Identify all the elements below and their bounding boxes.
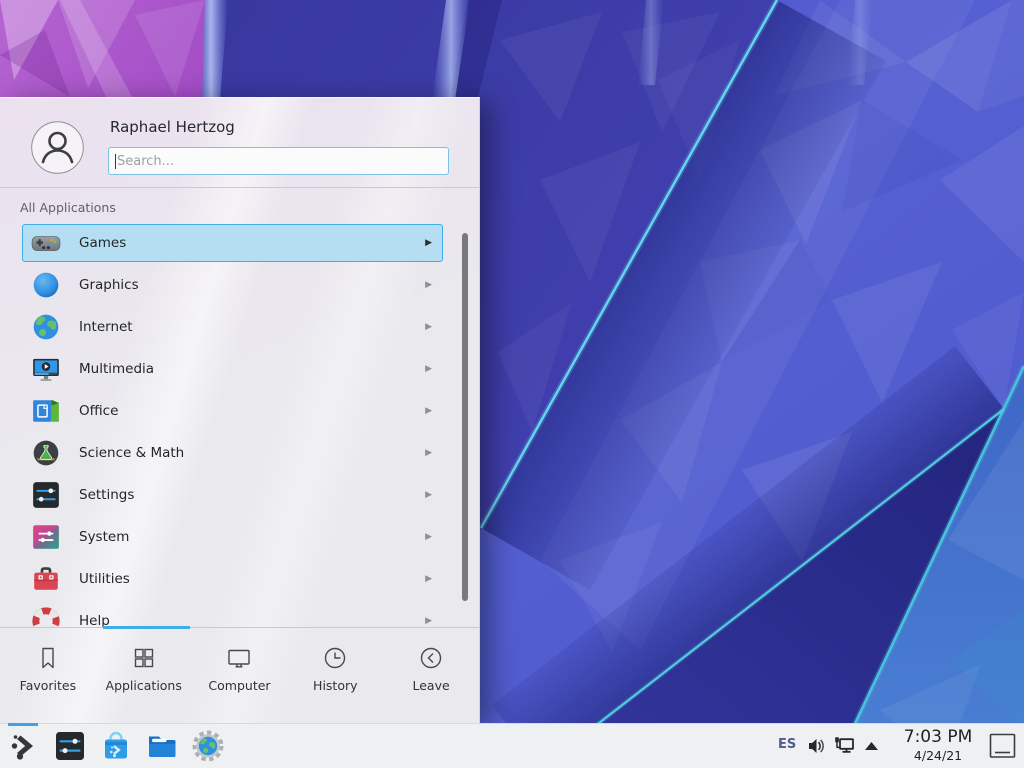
section-label: All Applications [20,200,479,215]
category-games[interactable]: Games ▶ [22,224,443,262]
active-task-indicator [8,723,38,726]
tab-label: Favorites [20,678,76,693]
computer-monitor-icon [225,644,253,672]
file-manager-button[interactable] [146,730,178,762]
application-launcher-button[interactable] [8,730,40,762]
active-tab-indicator [103,626,190,629]
taskbar-panel: ES 7:03 PM 4/24/21 [0,723,1024,768]
submenu-arrow-icon: ▶ [425,532,432,542]
internet-globe-icon [31,312,61,342]
science-flask-icon [31,438,61,468]
category-help[interactable]: Help▶ [22,602,443,628]
submenu-arrow-icon: ▶ [425,322,432,332]
folder-icon [146,730,178,762]
help-center-button[interactable] [192,730,224,762]
category-internet[interactable]: Internet ▶ [22,308,443,346]
launcher-header: Raphael Hertzog [0,98,479,188]
category-graphics[interactable]: Graphics ▶ [22,266,443,304]
application-launcher-menu: Raphael Hertzog All Applications Games▶G… [0,97,480,723]
tab-label: History [313,678,357,693]
category-multimedia[interactable]: Multimedia ▶ [22,350,443,388]
category-label: Science & Math [79,445,184,461]
desktop: Raphael Hertzog All Applications Games▶G… [0,0,1024,768]
category-settings[interactable]: Settings ▶ [22,476,443,514]
user-name: Raphael Hertzog [110,118,235,136]
tab-label: Computer [208,678,270,693]
digital-clock[interactable]: 7:03 PM 4/24/21 [892,726,984,763]
tab-label: Applications [106,678,182,693]
user-avatar[interactable] [31,121,84,174]
leave-back-icon [417,644,445,672]
gamepad-icon [31,228,61,258]
submenu-arrow-icon: ▶ [425,406,432,416]
bookmark-icon [34,644,62,672]
history-clock-icon [321,644,349,672]
utilities-toolbox-icon [31,564,61,594]
category-label: Graphics [79,277,139,293]
category-label: Internet [79,319,133,335]
submenu-arrow-icon: ▶ [425,448,432,458]
submenu-arrow-icon: ▶ [425,238,432,248]
system-settings-icon [54,730,86,762]
category-label: Settings [79,487,134,503]
submenu-arrow-icon: ▶ [425,574,432,584]
search-input[interactable] [109,148,448,174]
tab-history[interactable]: History [287,628,383,723]
discover-bag-icon [100,730,132,762]
submenu-arrow-icon: ▶ [425,616,432,626]
category-label: Utilities [79,571,130,587]
show-desktop-button[interactable] [989,732,1016,760]
clock-time: 7:03 PM [892,726,984,748]
system-settings-button[interactable] [54,730,86,762]
tab-applications[interactable]: Applications [96,628,192,723]
keyboard-layout-indicator[interactable]: ES [778,737,796,752]
settings-sliders-icon [31,480,61,510]
multimedia-player-icon [31,354,61,384]
submenu-arrow-icon: ▶ [425,490,432,500]
expand-tray-icon[interactable] [864,741,879,751]
globe-gear-icon [192,730,224,762]
category-science-math[interactable]: Science & Math ▶ [22,434,443,472]
discover-button[interactable] [100,730,132,762]
submenu-arrow-icon: ▶ [425,364,432,374]
category-list-area: All Applications Games▶Graphics▶Internet… [0,189,479,628]
category-label: Multimedia [79,361,154,377]
category-label: Games [79,235,126,251]
help-lifesaver-icon [31,606,61,628]
launcher-tab-bar: Favorites Applications Computer History Leav… [0,627,479,723]
scrollbar-thumb[interactable] [462,233,468,601]
tab-computer[interactable]: Computer [192,628,288,723]
category-office[interactable]: Office ▶ [22,392,443,430]
network-icon[interactable] [833,736,856,756]
applications-grid-icon [130,644,158,672]
office-document-icon [31,396,61,426]
tab-leave[interactable]: Leave [383,628,479,723]
tab-label: Leave [412,678,449,693]
volume-icon[interactable] [806,736,827,756]
category-utilities[interactable]: Utilities ▶ [22,560,443,598]
system-sliders-icon [31,522,61,552]
tab-favorites[interactable]: Favorites [0,628,96,723]
category-system[interactable]: System ▶ [22,518,443,556]
clock-date: 4/24/21 [892,748,984,763]
submenu-arrow-icon: ▶ [425,280,432,290]
category-label: System [79,529,129,545]
category-list: Games▶Graphics▶Internet▶Multimedia▶Offic… [0,224,479,628]
graphics-ball-icon [31,270,61,300]
kickoff-icon [8,730,40,762]
category-label: Office [79,403,118,419]
text-cursor [115,154,116,169]
search-field[interactable] [108,147,449,175]
